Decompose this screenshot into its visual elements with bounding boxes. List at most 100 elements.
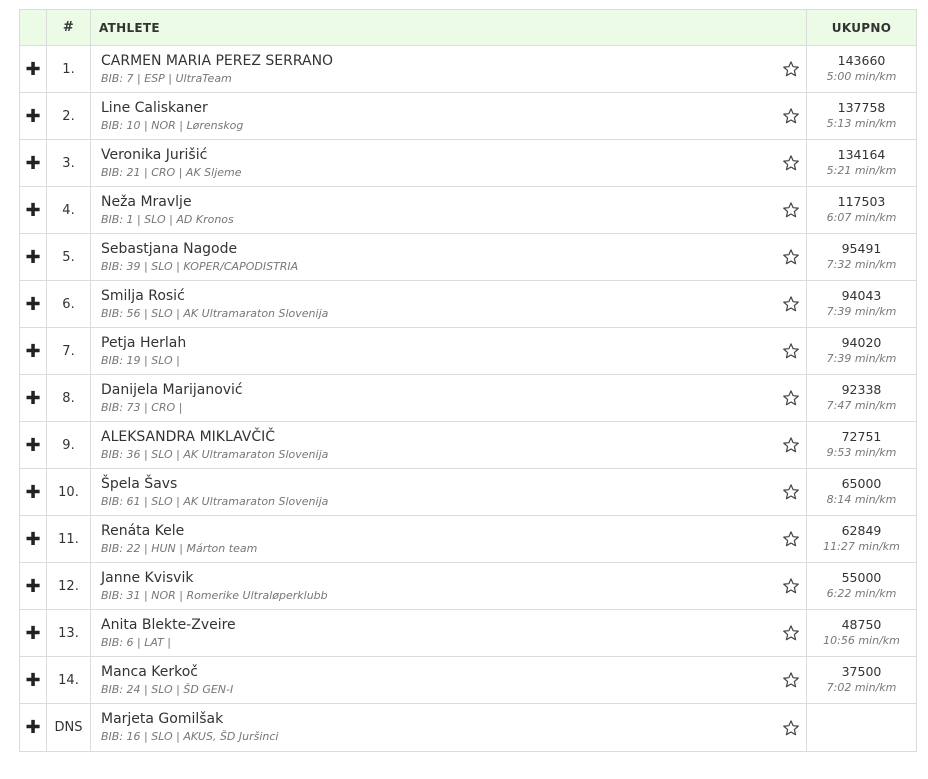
athlete-cell: Petja Herlah BIB: 19 | SLO | — [90, 327, 807, 375]
athlete-name[interactable]: Marjeta Gomilšak — [101, 710, 806, 728]
expand-cell[interactable]: ✚ — [19, 327, 47, 375]
star-outline-icon[interactable] — [782, 389, 800, 407]
expand-cell[interactable]: ✚ — [19, 280, 47, 328]
rank-text: 6. — [62, 296, 75, 312]
star-outline-icon[interactable] — [782, 342, 800, 360]
expand-cell[interactable]: ✚ — [19, 186, 47, 234]
athlete-name[interactable]: Veronika Jurišić — [101, 146, 806, 164]
header-rank[interactable]: # — [46, 9, 91, 46]
star-outline-icon[interactable] — [782, 577, 800, 595]
athlete-name[interactable]: Sebastjana Nagode — [101, 240, 806, 258]
table-row: ✚ 1. CARMEN MARIA PEREZ SERRANO BIB: 7 |… — [19, 45, 917, 93]
results-table-header: # ATHLETE UKUPNO — [19, 9, 917, 46]
rank-cell: 14. — [46, 656, 91, 704]
star-outline-icon[interactable] — [782, 107, 800, 125]
athlete-name[interactable]: Janne Kvisvik — [101, 569, 806, 587]
athlete-meta: BIB: 31 | NOR | Romerike Ultraløperklubb — [101, 588, 328, 602]
athlete-name[interactable]: Petja Herlah — [101, 334, 806, 352]
plus-icon[interactable]: ✚ — [25, 719, 40, 737]
score-value: 72751 — [841, 429, 882, 444]
total-cell: 94043 7:39 min/km — [806, 280, 917, 328]
athlete-name[interactable]: Neža Mravlje — [101, 193, 806, 211]
pace-value: 5:21 min/km — [826, 164, 897, 177]
pace-value: 9:53 min/km — [826, 446, 897, 459]
expand-cell[interactable]: ✚ — [19, 92, 47, 140]
plus-icon[interactable]: ✚ — [25, 295, 40, 314]
star-outline-icon[interactable] — [782, 624, 800, 642]
star-outline-icon[interactable] — [782, 248, 800, 266]
star-outline-icon[interactable] — [782, 671, 800, 689]
expand-cell[interactable]: ✚ — [19, 656, 47, 704]
plus-icon[interactable]: ✚ — [25, 483, 40, 502]
table-row: ✚ 14. Manca Kerkoč BIB: 24 | SLO | ŠD GE… — [19, 656, 917, 704]
star-outline-icon[interactable] — [782, 719, 800, 737]
header-expand — [19, 9, 47, 46]
athlete-cell: Sebastjana Nagode BIB: 39 | SLO | KOPER/… — [90, 233, 807, 281]
plus-icon[interactable]: ✚ — [25, 154, 40, 173]
athlete-cell: ALEKSANDRA MIKLAVČIČ BIB: 36 | SLO | AK … — [90, 421, 807, 469]
table-row: ✚ 5. Sebastjana Nagode BIB: 39 | SLO | K… — [19, 233, 917, 281]
rank-text: 14. — [58, 672, 79, 688]
star-outline-icon[interactable] — [782, 60, 800, 78]
expand-cell[interactable]: ✚ — [19, 421, 47, 469]
plus-icon[interactable]: ✚ — [25, 60, 40, 79]
athlete-name[interactable]: Smilja Rosić — [101, 287, 806, 305]
expand-cell[interactable]: ✚ — [19, 139, 47, 187]
athlete-name[interactable]: ALEKSANDRA MIKLAVČIČ — [101, 428, 806, 446]
total-cell: 143660 5:00 min/km — [806, 45, 917, 93]
rank-text: 13. — [58, 625, 79, 641]
header-athlete[interactable]: ATHLETE — [90, 9, 807, 46]
table-row: ✚ 7. Petja Herlah BIB: 19 | SLO | 94020 … — [19, 327, 917, 375]
rank-text: DNS — [54, 720, 83, 735]
star-outline-icon[interactable] — [782, 483, 800, 501]
athlete-cell: Line Caliskaner BIB: 10 | NOR | Lørensko… — [90, 92, 807, 140]
plus-icon[interactable]: ✚ — [25, 248, 40, 267]
athlete-name[interactable]: Renáta Kele — [101, 522, 806, 540]
star-outline-icon[interactable] — [782, 154, 800, 172]
header-total[interactable]: UKUPNO — [806, 9, 917, 46]
pace-value: 8:14 min/km — [826, 493, 897, 506]
athlete-name[interactable]: Line Caliskaner — [101, 99, 806, 117]
athlete-name[interactable]: Manca Kerkoč — [101, 663, 806, 681]
star-outline-icon[interactable] — [782, 295, 800, 313]
athlete-name[interactable]: Anita Blekte-Zveire — [101, 616, 806, 634]
rank-text: 10. — [58, 484, 79, 500]
expand-cell[interactable]: ✚ — [19, 374, 47, 422]
athlete-name[interactable]: Danijela Marijanović — [101, 381, 806, 399]
expand-cell[interactable]: ✚ — [19, 45, 47, 93]
score-value: 117503 — [837, 194, 886, 209]
athlete-meta: BIB: 56 | SLO | AK Ultramaraton Slovenij… — [101, 306, 329, 320]
athlete-meta: BIB: 6 | LAT | — [101, 635, 172, 649]
athlete-cell: Manca Kerkoč BIB: 24 | SLO | ŠD GEN-I — [90, 656, 807, 704]
star-outline-icon[interactable] — [782, 201, 800, 219]
plus-icon[interactable]: ✚ — [25, 577, 40, 596]
plus-icon[interactable]: ✚ — [25, 107, 40, 126]
athlete-name[interactable]: CARMEN MARIA PEREZ SERRANO — [101, 52, 806, 70]
rank-text: 3. — [62, 155, 75, 171]
plus-icon[interactable]: ✚ — [25, 671, 40, 690]
expand-cell[interactable]: ✚ — [19, 609, 47, 657]
plus-icon[interactable]: ✚ — [25, 624, 40, 643]
plus-icon[interactable]: ✚ — [25, 389, 40, 408]
score-value: 92338 — [841, 382, 882, 397]
plus-icon[interactable]: ✚ — [25, 530, 40, 549]
expand-cell[interactable]: ✚ — [19, 233, 47, 281]
header-row: # ATHLETE UKUPNO — [19, 9, 917, 46]
athlete-meta: BIB: 1 | SLO | AD Kronos — [101, 212, 234, 226]
plus-icon[interactable]: ✚ — [25, 201, 40, 220]
pace-value: 5:13 min/km — [826, 117, 897, 130]
expand-cell[interactable]: ✚ — [19, 703, 47, 752]
expand-cell[interactable]: ✚ — [19, 562, 47, 610]
rank-text: 7. — [62, 343, 75, 359]
expand-cell[interactable]: ✚ — [19, 515, 47, 563]
rank-text: 2. — [62, 108, 75, 124]
expand-cell[interactable]: ✚ — [19, 468, 47, 516]
athlete-meta: BIB: 36 | SLO | AK Ultramaraton Slovenij… — [101, 447, 329, 461]
plus-icon[interactable]: ✚ — [25, 436, 40, 455]
rank-cell: 8. — [46, 374, 91, 422]
star-outline-icon[interactable] — [782, 530, 800, 548]
pace-value: 5:00 min/km — [826, 70, 897, 83]
athlete-name[interactable]: Špela Šavs — [101, 475, 806, 493]
star-outline-icon[interactable] — [782, 436, 800, 454]
plus-icon[interactable]: ✚ — [25, 342, 40, 361]
